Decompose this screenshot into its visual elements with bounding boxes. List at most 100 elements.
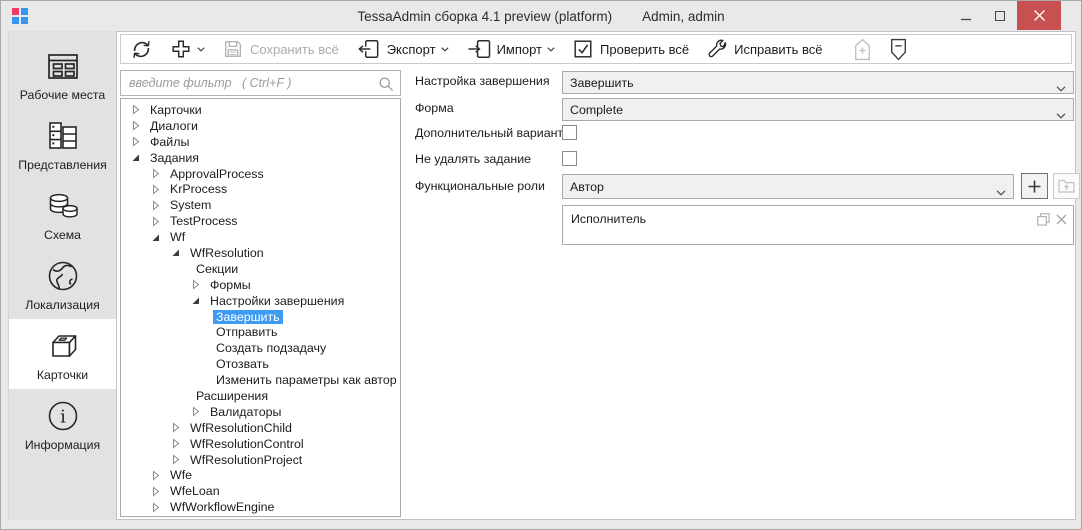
save-all-button[interactable]: Сохранить всё	[222, 38, 339, 60]
maximize-button[interactable]	[983, 1, 1017, 30]
tree-item[interactable]: Wf	[121, 229, 400, 245]
sidebar-item-workplaces[interactable]: Рабочие места	[9, 39, 116, 109]
sidebar-item-information[interactable]: iИнформация	[9, 389, 116, 459]
form-combobox[interactable]: Complete	[562, 98, 1074, 121]
sidebar-item-cards[interactable]: Карточки	[9, 319, 116, 389]
refresh-button[interactable]	[130, 38, 153, 61]
expander-expanded-icon[interactable]	[191, 295, 201, 306]
toolbar-button-label: Импорт	[497, 42, 542, 57]
sidebar-item-label: Рабочие места	[20, 88, 106, 102]
expander-expanded-icon[interactable]	[171, 247, 181, 258]
toolbar-button-label: Экспорт	[387, 42, 436, 57]
tree-item-label: Файлы	[147, 135, 192, 149]
globe-icon	[44, 256, 82, 296]
expander-collapsed-icon[interactable]	[171, 422, 181, 433]
tree-item[interactable]: Расширения	[121, 388, 400, 404]
copy-role-icon[interactable]	[1037, 213, 1050, 226]
tree-item-label: System	[167, 198, 214, 212]
sidebar-item-views[interactable]: Представления	[9, 109, 116, 179]
tree-item[interactable]: Валидаторы	[121, 404, 400, 420]
expander-collapsed-icon[interactable]	[171, 438, 181, 449]
expander-collapsed-icon[interactable]	[191, 406, 201, 417]
tree-item[interactable]: Формы	[121, 277, 400, 293]
tree-item-label: WfResolutionControl	[187, 437, 307, 451]
functional-roles-combobox[interactable]: Автор	[562, 174, 1014, 199]
expander-expanded-icon[interactable]	[131, 152, 141, 163]
sidebar-item-label: Локализация	[25, 298, 100, 312]
tree-item[interactable]: Wfe	[121, 467, 400, 483]
completion-option-combobox[interactable]: Завершить	[562, 71, 1074, 94]
info-icon: i	[44, 396, 82, 436]
tree-item[interactable]: Отправить	[121, 324, 400, 340]
expander-collapsed-icon[interactable]	[131, 136, 141, 147]
tree-item[interactable]: KrProcess	[121, 181, 400, 197]
tree-item[interactable]: Изменить параметры как автор	[121, 372, 400, 388]
close-button[interactable]	[1017, 1, 1061, 30]
tree-item[interactable]: Отозвать	[121, 356, 400, 372]
keep-task-checkbox[interactable]	[562, 151, 577, 166]
tree-item[interactable]: Завершить	[121, 309, 400, 325]
sidebar-item-schema[interactable]: Схема	[9, 179, 116, 249]
tree-item[interactable]: Файлы	[121, 134, 400, 150]
maximize-icon	[995, 11, 1005, 21]
expander-collapsed-icon[interactable]	[131, 104, 141, 115]
tree-item-label: Завершить	[213, 310, 283, 324]
tree-item[interactable]: Секции	[121, 261, 400, 277]
tree-item[interactable]: WfResolutionChild	[121, 420, 400, 436]
tree-item-label: WfResolutionChild	[187, 421, 295, 435]
expander-collapsed-icon[interactable]	[151, 184, 161, 195]
tree-item-label: TestProcess	[167, 214, 240, 228]
check-all-button[interactable]: Проверить всё	[572, 38, 689, 60]
expander-collapsed-icon[interactable]	[131, 120, 141, 131]
tree-item-label: WfeLoan	[167, 484, 223, 498]
tree-item[interactable]: Задания	[121, 150, 400, 166]
add-role-button[interactable]	[1021, 173, 1048, 199]
import-button[interactable]: Импорт	[466, 38, 555, 60]
tree-item[interactable]: WfResolutionControl	[121, 436, 400, 452]
tree-item[interactable]: Настройки завершения	[121, 293, 400, 309]
expander-collapsed-icon[interactable]	[151, 200, 161, 211]
expander-collapsed-icon[interactable]	[171, 454, 181, 465]
expander-collapsed-icon[interactable]	[151, 470, 161, 481]
tree-item[interactable]: WfWorkflowEngine	[121, 499, 400, 515]
filter-box	[120, 70, 401, 96]
expander-expanded-icon[interactable]	[151, 232, 161, 243]
window-title: TessaAdmin сборка 4.1 preview (platform)	[357, 9, 612, 24]
shield-remove-button[interactable]	[889, 38, 908, 61]
tree-item-label: Wf	[167, 230, 188, 244]
expander-collapsed-icon[interactable]	[151, 216, 161, 227]
expander-collapsed-icon[interactable]	[151, 168, 161, 179]
tree-item-label: Отозвать	[213, 357, 272, 371]
tree-item[interactable]: Диалоги	[121, 118, 400, 134]
expander-collapsed-icon[interactable]	[151, 502, 161, 513]
move-role-button[interactable]	[1053, 173, 1080, 199]
folder-up-icon	[1058, 179, 1075, 193]
tree-item-label: WfResolutionProject	[187, 453, 305, 467]
additional-option-checkbox[interactable]	[562, 125, 577, 140]
tree-item[interactable]: WfResolutionProject	[121, 452, 400, 468]
add-button[interactable]	[170, 38, 205, 60]
tree-item[interactable]: WfResolution	[121, 245, 400, 261]
sidebar-item-localization[interactable]: Локализация	[9, 249, 116, 319]
remove-role-icon[interactable]	[1056, 214, 1067, 225]
fix-all-button[interactable]: Исправить всё	[706, 38, 822, 60]
tree-item[interactable]: Создать подзадачу	[121, 340, 400, 356]
filter-input[interactable]	[121, 71, 400, 95]
expander-collapsed-icon[interactable]	[151, 486, 161, 497]
tree-item-label: Отправить	[213, 325, 280, 339]
tree-item[interactable]: WfeLoan	[121, 483, 400, 499]
tree-item[interactable]: TestProcess	[121, 213, 400, 229]
tree-item[interactable]: Карточки	[121, 102, 400, 118]
tree-item-label: Создать подзадачу	[213, 341, 329, 355]
add-icon	[170, 38, 192, 60]
main-panel: Сохранить всё Экспорт Импорт Проверить всё И…	[116, 31, 1076, 520]
role-list-item[interactable]: Исполнитель	[563, 206, 1073, 226]
field-label: Настройка завершения	[415, 74, 550, 88]
tree-item[interactable]: ApprovalProcess	[121, 166, 400, 182]
shield-add-button[interactable]	[853, 38, 872, 61]
export-button[interactable]: Экспорт	[356, 38, 449, 60]
tree-item[interactable]: System	[121, 197, 400, 213]
minimize-button[interactable]	[949, 1, 983, 30]
expander-collapsed-icon[interactable]	[191, 279, 201, 290]
shield-minus-icon	[889, 38, 908, 61]
